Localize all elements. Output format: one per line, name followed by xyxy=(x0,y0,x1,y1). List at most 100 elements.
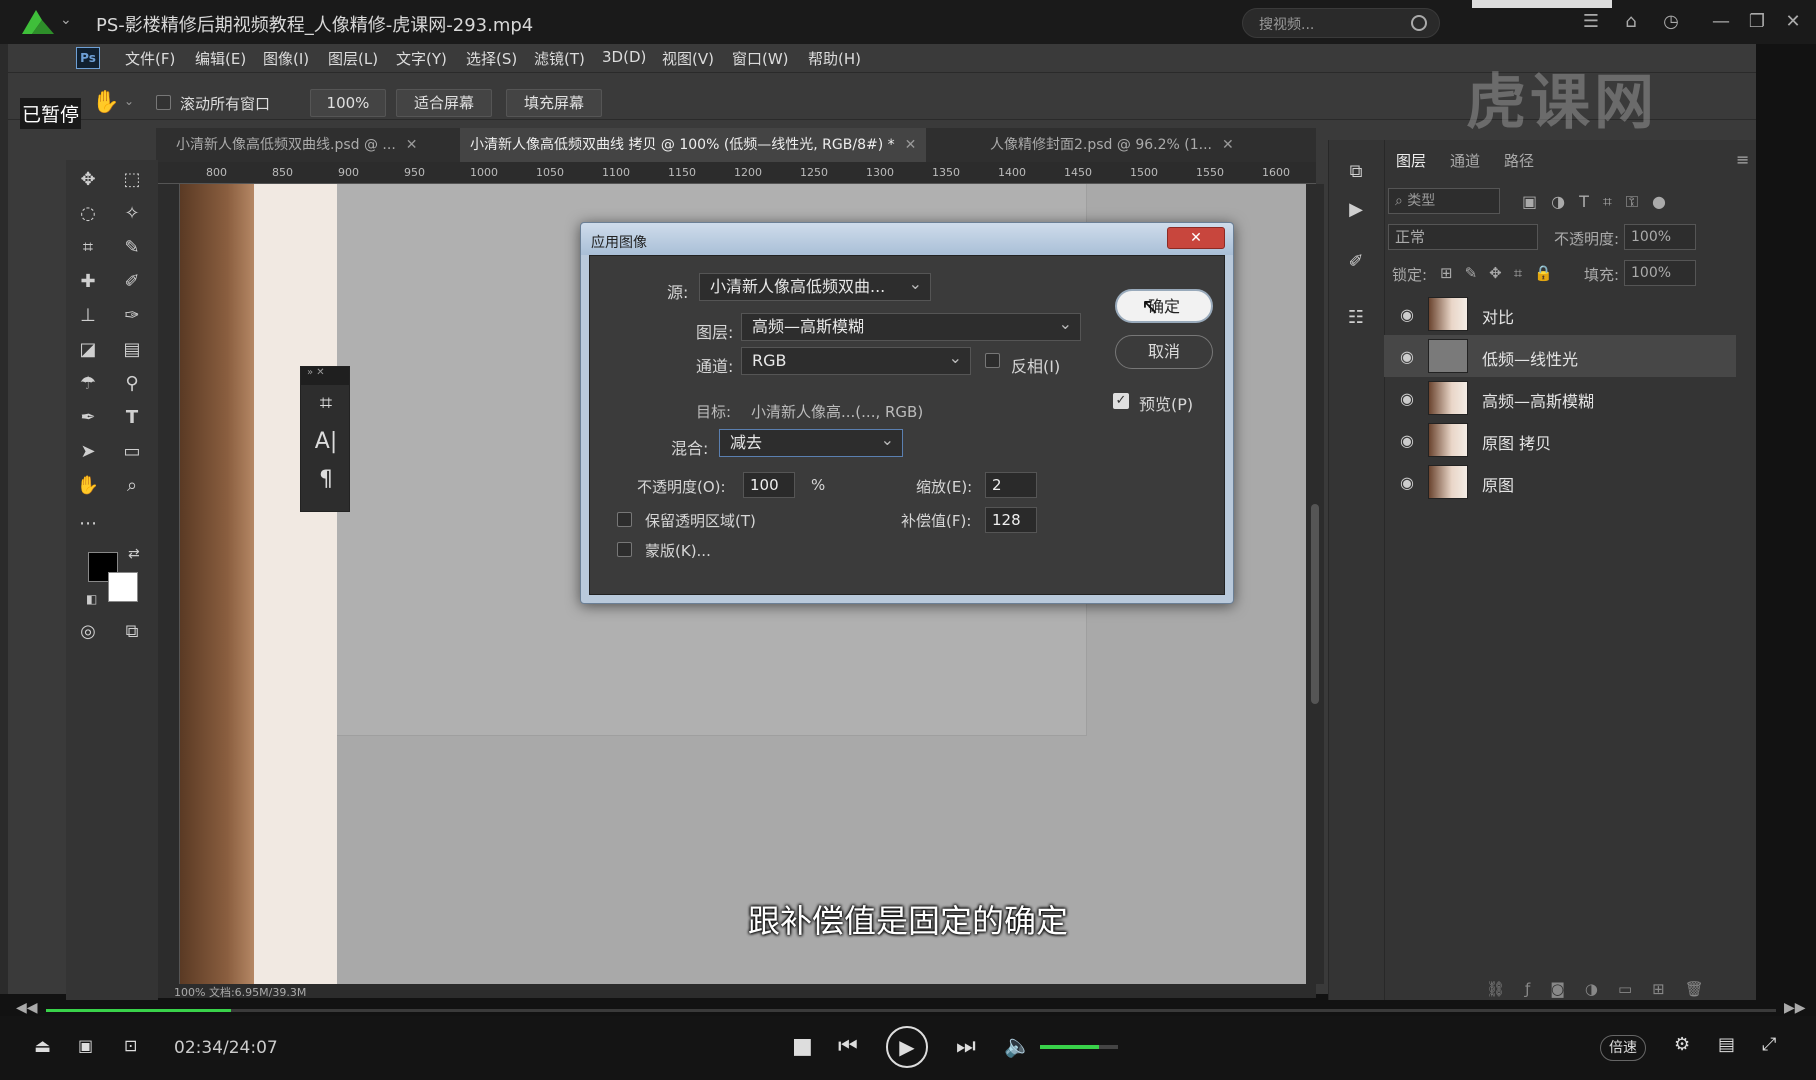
marquee-tool-icon[interactable]: ⬚ xyxy=(118,166,146,194)
background-color-swatch[interactable] xyxy=(108,572,138,602)
type-tool-icon[interactable]: T xyxy=(118,404,146,432)
move-tool-icon[interactable]: ✥ xyxy=(74,166,102,194)
menu-layer[interactable]: 图层(L) xyxy=(328,48,378,69)
settings-icon[interactable]: ⚙ xyxy=(1674,1034,1690,1055)
menu-select[interactable]: 选择(S) xyxy=(466,48,517,69)
actions-play-icon[interactable]: ▶ xyxy=(1342,196,1370,224)
tab-layers[interactable]: 图层 xyxy=(1396,150,1426,171)
menu-type[interactable]: 文字(Y) xyxy=(396,48,447,69)
preview-checkbox[interactable]: ✓ xyxy=(1113,393,1129,409)
playlist-icon[interactable]: ☰ xyxy=(1578,10,1604,34)
menu-view[interactable]: 视图(V) xyxy=(662,48,714,69)
eject-icon[interactable]: ⏏ xyxy=(34,1036,51,1057)
layer-row[interactable]: ◉ 高频—高斯模糊 xyxy=(1384,377,1736,419)
menu-filter[interactable]: 滤镜(T) xyxy=(534,48,585,69)
brush-settings-icon[interactable]: ✐ xyxy=(1342,248,1370,276)
menu-help[interactable]: 帮助(H) xyxy=(808,48,861,69)
zoom-tool-icon[interactable]: ⌕ xyxy=(118,472,146,500)
eyedropper-icon[interactable]: ✎ xyxy=(118,234,146,262)
eye-icon[interactable]: ◉ xyxy=(1400,431,1414,450)
layer-row[interactable]: ◉ 原图 拷贝 xyxy=(1384,419,1736,461)
opacity-field[interactable]: 100% xyxy=(1624,224,1696,250)
tab-channels[interactable]: 通道 xyxy=(1450,150,1480,171)
tab-paths[interactable]: 路径 xyxy=(1504,150,1534,171)
healing-brush-icon[interactable]: ✚ xyxy=(74,268,102,296)
blur-tool-icon[interactable]: ☂ xyxy=(74,370,102,398)
opacity-input[interactable]: 100 xyxy=(743,472,795,498)
screenshot-icon[interactable]: ⊡ xyxy=(124,1036,137,1055)
video-progress-bar[interactable] xyxy=(46,1009,1776,1012)
channel-select[interactable]: RGB xyxy=(741,345,971,375)
close-icon[interactable]: ✕ xyxy=(1222,137,1234,153)
paragraph-icon[interactable]: ¶ xyxy=(301,461,351,499)
panel-menu-icon[interactable]: ≡ xyxy=(1736,150,1749,169)
menu-edit[interactable]: 编辑(E) xyxy=(195,48,246,69)
canvas-vertical-scrollbar[interactable] xyxy=(1306,184,1324,984)
lock-icons[interactable]: ⊞✎✥⌗🔒 xyxy=(1440,264,1565,282)
menu-image[interactable]: 图像(I) xyxy=(263,48,309,69)
close-icon[interactable]: ✕ xyxy=(905,137,917,153)
eye-icon[interactable]: ◉ xyxy=(1400,473,1414,492)
minimize-icon[interactable]: — xyxy=(1708,10,1734,34)
layer-row[interactable]: ◉ 原图 xyxy=(1384,461,1736,503)
brush-tool-icon[interactable]: ✐ xyxy=(118,268,146,296)
menu-file[interactable]: 文件(F) xyxy=(125,48,175,69)
crop-tool-icon[interactable]: ⌗ xyxy=(74,234,102,262)
blending-select[interactable]: 减去 xyxy=(719,427,903,457)
default-colors-icon[interactable]: ◧ xyxy=(86,592,97,606)
chevron-down-icon[interactable]: ⌄ xyxy=(124,94,134,108)
layer-row[interactable]: ◉ 对比 xyxy=(1384,293,1736,335)
zoom-100-button[interactable]: 100% xyxy=(310,89,386,117)
quick-mask-icon[interactable]: ◎ xyxy=(74,618,102,646)
glyphs-icon[interactable]: ⌗ xyxy=(301,385,351,423)
volume-icon[interactable]: 🔈 xyxy=(1004,1034,1031,1059)
rewind-icon[interactable]: ◀◀ xyxy=(16,1000,38,1016)
chevron-down-icon[interactable]: ⌄ xyxy=(60,12,72,28)
path-select-icon[interactable]: ➤ xyxy=(74,438,102,466)
pen-tool-icon[interactable]: ✒ xyxy=(74,404,102,432)
more-tools-icon[interactable]: ⋯ xyxy=(74,510,102,538)
layer-select[interactable]: 高频—高斯模糊 xyxy=(741,311,1081,341)
doc-tab-1[interactable]: 小清新人像高低频双曲线.psd @ ... ✕ xyxy=(166,128,428,162)
lasso-tool-icon[interactable]: ◌ xyxy=(74,200,102,228)
shape-tool-icon[interactable]: ▭ xyxy=(118,438,146,466)
adjustments-icon[interactable]: ☷ xyxy=(1342,304,1370,332)
stop-icon[interactable]: ■ xyxy=(792,1034,813,1059)
preserve-transparency-checkbox[interactable] xyxy=(617,512,632,527)
ok-button[interactable]: 确定 xyxy=(1115,289,1213,323)
layer-row[interactable]: ◉ 低频—线性光 xyxy=(1384,335,1736,377)
layer-filter-select[interactable]: ⌕ 类型 xyxy=(1388,188,1500,214)
restore-icon[interactable]: ❐ xyxy=(1744,10,1770,34)
filter-icons[interactable]: ▣◑T⌗⚿● xyxy=(1522,192,1680,212)
previous-icon[interactable]: ⏮ xyxy=(838,1034,858,1059)
search-icon[interactable] xyxy=(1411,15,1427,31)
eraser-tool-icon[interactable]: ◪ xyxy=(74,336,102,364)
blend-mode-select[interactable]: 正常 xyxy=(1388,224,1538,250)
swap-colors-icon[interactable]: ⇄ xyxy=(128,546,140,562)
character-icon[interactable]: A| xyxy=(301,423,351,461)
invert-checkbox[interactable] xyxy=(985,353,1000,368)
menu-3d[interactable]: 3D(D) xyxy=(602,48,646,66)
scroll-all-checkbox[interactable] xyxy=(156,95,171,110)
history-brush-icon[interactable]: ✑ xyxy=(118,302,146,330)
playback-speed-button[interactable]: 倍速 xyxy=(1600,1035,1646,1061)
layer-footer-icons[interactable]: ⛓ƒ◙◑▭⊞🗑 xyxy=(1486,980,1724,998)
eye-icon[interactable]: ◉ xyxy=(1400,347,1414,366)
dodge-tool-icon[interactable]: ⚲ xyxy=(118,370,146,398)
skin-icon[interactable]: ⌂ xyxy=(1618,10,1644,34)
next-icon[interactable]: ⏭ xyxy=(956,1034,976,1059)
volume-slider[interactable] xyxy=(1040,1045,1118,1049)
fill-screen-button[interactable]: 填充屏幕 xyxy=(506,89,602,117)
doc-tab-3[interactable]: 人像精修封面2.psd @ 96.2% (1... ✕ xyxy=(980,128,1244,162)
video-search-input[interactable]: 搜视频... xyxy=(1242,8,1440,38)
fullscreen-icon[interactable]: ⤢ xyxy=(1762,1034,1776,1055)
play-icon[interactable]: ▶ xyxy=(886,1026,928,1068)
eye-icon[interactable]: ◉ xyxy=(1400,389,1414,408)
scale-input[interactable]: 2 xyxy=(985,472,1037,498)
menu-window[interactable]: 窗口(W) xyxy=(732,48,789,69)
eye-icon[interactable]: ◉ xyxy=(1400,305,1414,324)
offset-input[interactable]: 128 xyxy=(985,507,1037,533)
doc-tab-2[interactable]: 小清新人像高低频双曲线 拷贝 @ 100% (低频—线性光, RGB/8#) *… xyxy=(460,128,927,162)
close-icon[interactable]: ✕ xyxy=(406,137,418,153)
hand-tool-icon[interactable]: ✋ xyxy=(74,472,102,500)
